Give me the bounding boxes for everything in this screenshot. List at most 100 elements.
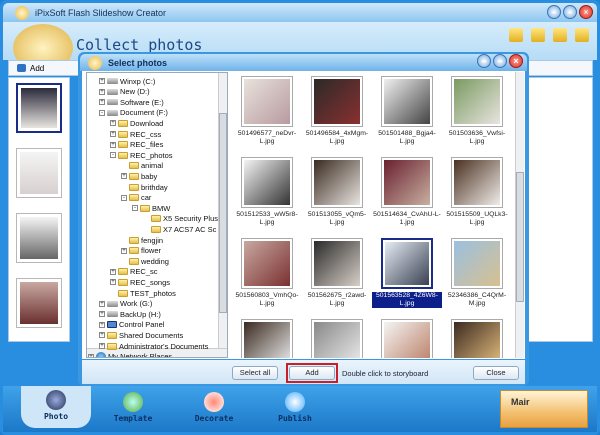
close-dialog-button[interactable]: Close — [473, 366, 519, 380]
tree-node[interactable]: + REC_css — [110, 129, 161, 139]
close-button[interactable]: × — [579, 5, 593, 19]
tree-node[interactable]: TEST_photos — [110, 288, 176, 298]
expand-icon[interactable]: + — [99, 78, 105, 84]
photo-thumbnail[interactable] — [381, 238, 433, 289]
collapse-icon[interactable]: - — [132, 205, 138, 212]
maximize-button[interactable]: – — [563, 5, 577, 19]
photo-thumbnail[interactable] — [381, 319, 433, 358]
collapse-icon[interactable]: - — [99, 109, 105, 116]
tree-node[interactable]: + Download — [110, 118, 163, 128]
photo-item[interactable]: 501514634_CvAhU-L-1.jpg — [372, 157, 442, 227]
tree-node[interactable]: + Administrator's Documents — [99, 341, 208, 351]
photo-thumbnail[interactable] — [311, 76, 363, 127]
tree-node[interactable]: + Winxp (C:) — [99, 76, 155, 86]
expand-icon[interactable]: + — [110, 131, 116, 137]
tab-photo[interactable]: Photo — [21, 386, 91, 428]
photo-thumbnail[interactable] — [311, 157, 363, 208]
tree-node[interactable]: + baby — [121, 171, 157, 181]
tree-node[interactable]: + Control Panel — [99, 320, 164, 330]
expand-icon[interactable]: + — [110, 120, 116, 127]
expand-icon[interactable]: + — [121, 173, 127, 180]
tab-template[interactable]: Template — [98, 388, 168, 423]
expand-icon[interactable]: + — [110, 141, 116, 148]
photo-thumbnail[interactable] — [241, 238, 293, 289]
photo-item[interactable]: 501562675_r2awd-L.jpg — [302, 238, 372, 308]
photo-grid[interactable]: 501496577_neDvr-L.jpg 501496584_4xMgm-L.j… — [232, 72, 524, 358]
photo-item[interactable]: 501560803_VmhQo-L.jpg — [232, 238, 302, 308]
collapse-icon[interactable]: - — [110, 152, 116, 159]
dialog-minimize-button[interactable]: – — [477, 54, 491, 68]
add-button[interactable]: Add — [289, 366, 335, 380]
photo-thumbnail[interactable] — [451, 238, 503, 289]
photo-item[interactable]: 501496577_neDvr-L.jpg — [232, 76, 302, 146]
photo-item[interactable] — [232, 319, 302, 358]
expand-icon[interactable]: + — [99, 311, 105, 318]
tree-node[interactable]: + Software (E:) — [99, 97, 164, 107]
tree-node[interactable]: - car — [121, 193, 151, 203]
expand-icon[interactable]: + — [99, 332, 105, 339]
collapse-icon[interactable]: - — [121, 194, 127, 201]
photo-thumbnail[interactable] — [311, 238, 363, 289]
photo-thumbnail[interactable] — [241, 319, 293, 358]
photo-item[interactable]: 501501488_Bgja4-L.jpg — [372, 76, 442, 146]
tree-node[interactable]: + Work (G:) — [99, 299, 152, 309]
photo-thumbnail[interactable] — [311, 319, 363, 358]
storyboard-item[interactable] — [16, 83, 62, 133]
dialog-maximize-button[interactable]: – — [493, 54, 507, 68]
open-folder-icon[interactable] — [509, 28, 523, 42]
photo-item[interactable] — [302, 319, 372, 358]
tree-node[interactable]: animal — [121, 161, 163, 171]
expand-icon[interactable]: + — [99, 300, 105, 307]
tree-node[interactable]: fengjin — [121, 235, 163, 245]
tab-decorate[interactable]: Decorate — [179, 388, 249, 423]
tree-node[interactable]: brithday — [121, 182, 168, 192]
expand-icon[interactable]: + — [88, 353, 94, 357]
photo-item[interactable] — [442, 319, 512, 358]
photo-thumbnail[interactable] — [381, 157, 433, 208]
storyboard-item[interactable] — [16, 148, 62, 198]
tree-node[interactable]: - BMW — [132, 203, 170, 213]
storyboard[interactable] — [8, 77, 70, 342]
tree-node[interactable]: wedding — [121, 256, 169, 266]
folder-tree[interactable]: + Winxp (C:) + New (D:) + Software (E:) - Docum… — [86, 72, 228, 358]
help-icon[interactable] — [575, 28, 589, 42]
photo-thumbnail[interactable] — [451, 319, 503, 358]
tree-node[interactable]: + BackUp (H:) — [99, 309, 161, 319]
tree-node[interactable]: + Shared Documents — [99, 330, 183, 340]
photo-item[interactable]: 501512533_wW5r8-L.jpg — [232, 157, 302, 227]
photo-item[interactable]: 52346386_C4QrM-M.jpg — [442, 238, 512, 308]
save-icon[interactable] — [531, 28, 545, 42]
grid-vertical-scrollbar[interactable] — [515, 72, 524, 358]
tree-node[interactable]: + REC_sc — [110, 267, 158, 277]
tree-node[interactable]: + REC_songs — [110, 277, 170, 287]
photo-thumbnail[interactable] — [241, 76, 293, 127]
expand-icon[interactable]: + — [110, 268, 116, 275]
expand-icon[interactable]: + — [121, 247, 127, 254]
expand-icon[interactable]: + — [99, 321, 105, 328]
tree-vertical-scrollbar[interactable] — [218, 73, 227, 357]
toolbar-add-button[interactable]: Add — [30, 64, 44, 73]
tree-node[interactable]: X7 ACS7 AC Sc — [143, 224, 216, 234]
minimize-button[interactable]: – — [547, 5, 561, 19]
tree-node[interactable]: - REC_photos — [110, 150, 173, 160]
storyboard-item[interactable] — [16, 278, 62, 328]
expand-icon[interactable]: + — [99, 88, 105, 95]
photo-thumbnail[interactable] — [381, 76, 433, 127]
expand-icon[interactable]: + — [99, 99, 105, 106]
tree-node[interactable]: + My Network Places — [88, 352, 172, 357]
tree-node[interactable]: - Document (F:) — [99, 108, 168, 118]
photo-item[interactable]: 501515509_UQLk3-L.jpg — [442, 157, 512, 227]
promo-banner[interactable]: Mair — [500, 390, 588, 428]
expand-icon[interactable]: + — [99, 343, 105, 349]
dialog-close-button[interactable]: × — [509, 54, 523, 68]
photo-thumbnail[interactable] — [451, 157, 503, 208]
tree-node[interactable]: + New (D:) — [99, 87, 150, 97]
photo-thumbnail[interactable] — [451, 76, 503, 127]
photo-item[interactable]: 501503636_Vwfsi-L.jpg — [442, 76, 512, 146]
photo-item[interactable] — [372, 319, 442, 358]
photo-item[interactable]: 501563528_4Z6W8-L.jpg — [372, 238, 442, 308]
tab-publish[interactable]: Publish — [260, 388, 330, 423]
photo-thumbnail[interactable] — [241, 157, 293, 208]
expand-icon[interactable]: + — [110, 279, 116, 286]
tree-node[interactable]: X5 Security Plus — [143, 214, 218, 224]
